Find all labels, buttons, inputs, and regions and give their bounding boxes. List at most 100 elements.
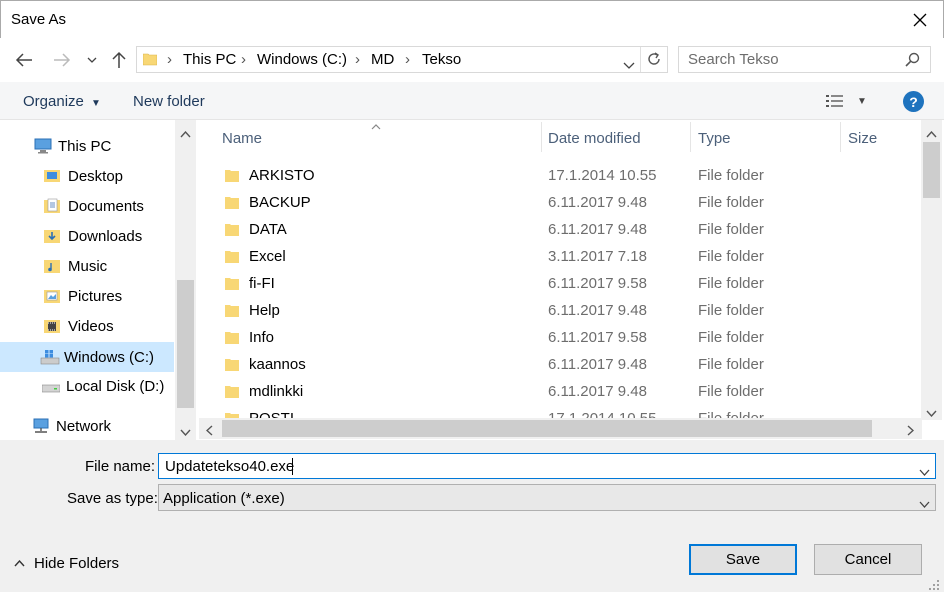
file-name: Excel xyxy=(249,248,286,265)
scroll-up-icon[interactable] xyxy=(180,125,191,142)
search-icon[interactable] xyxy=(905,52,920,71)
save-button[interactable]: Save xyxy=(689,544,797,575)
nav-item-windows-c[interactable]: Windows (C:) xyxy=(0,342,174,372)
nav-item-music[interactable]: Music xyxy=(0,252,174,280)
breadcrumb-separator-icon: › xyxy=(355,51,360,68)
folder-icon xyxy=(225,250,239,263)
table-row[interactable]: fi-FI 6.11.2017 9.58 File folder xyxy=(199,270,921,297)
address-dropdown-button[interactable] xyxy=(623,56,635,73)
file-name-input[interactable]: Updatetekso40.exe xyxy=(165,458,294,475)
scroll-up-icon[interactable] xyxy=(926,125,937,142)
view-dropdown-icon[interactable]: ▼ xyxy=(857,96,867,107)
column-divider[interactable] xyxy=(840,122,841,152)
table-row[interactable]: Help 6.11.2017 9.48 File folder xyxy=(199,297,921,324)
filelist-vertical-scrollbar[interactable] xyxy=(921,120,942,420)
nav-item-label: Pictures xyxy=(68,287,123,305)
file-name: Info xyxy=(249,329,275,346)
command-bar: Organize ▼ New folder ▼ ? xyxy=(0,82,944,120)
navpane-scrollbar[interactable] xyxy=(175,120,196,440)
documents-folder-icon xyxy=(44,198,62,214)
table-row[interactable]: Info 6.11.2017 9.58 File folder xyxy=(199,324,921,351)
scroll-left-icon[interactable] xyxy=(205,423,213,440)
up-button[interactable] xyxy=(105,46,133,74)
file-name: fi-FI xyxy=(249,275,275,292)
filelist-hscroll-thumb[interactable] xyxy=(222,420,872,437)
table-row[interactable]: ARKISTO 17.1.2014 10.55 File folder xyxy=(199,162,921,189)
address-bar[interactable]: › This PC › Windows (C:) › MD › Tekso xyxy=(136,46,668,73)
close-button[interactable] xyxy=(897,1,943,39)
navpane-scroll-thumb[interactable] xyxy=(177,280,194,408)
title-bar: Save As xyxy=(0,0,944,38)
file-name-label: File name: xyxy=(85,458,156,475)
column-header-size[interactable]: Size xyxy=(848,130,877,147)
folder-icon xyxy=(225,385,239,398)
filelist-horizontal-scrollbar[interactable] xyxy=(199,418,922,439)
back-button[interactable] xyxy=(10,46,38,74)
nav-item-pictures[interactable]: Pictures xyxy=(0,282,174,310)
text-caret xyxy=(292,458,293,475)
search-box[interactable]: Search Tekso xyxy=(678,46,931,73)
breadcrumb-tekso[interactable]: Tekso xyxy=(422,51,461,68)
refresh-button[interactable] xyxy=(646,51,662,71)
table-row[interactable]: mdlinkki 6.11.2017 9.48 File folder xyxy=(199,378,921,405)
file-type: File folder xyxy=(698,275,764,292)
nav-item-documents[interactable]: Documents xyxy=(0,192,174,220)
table-row[interactable]: DATA 6.11.2017 9.48 File folder xyxy=(199,216,921,243)
folder-icon xyxy=(225,277,239,290)
nav-item-downloads[interactable]: Downloads xyxy=(0,222,174,250)
folder-icon xyxy=(225,331,239,344)
file-date: 6.11.2017 9.48 xyxy=(548,194,647,211)
table-row[interactable]: Excel 3.11.2017 7.18 File folder xyxy=(199,243,921,270)
folder-icon xyxy=(225,223,239,236)
close-icon xyxy=(913,13,927,27)
nav-item-label: Network xyxy=(56,417,112,435)
nav-item-desktop[interactable]: Desktop xyxy=(0,162,174,190)
column-header-name[interactable]: Name xyxy=(222,130,262,147)
hide-folders-label: Hide Folders xyxy=(34,555,120,572)
organize-button[interactable]: Organize ▼ xyxy=(23,93,101,110)
file-date: 6.11.2017 9.48 xyxy=(548,356,647,373)
nav-item-this-pc[interactable]: This PC xyxy=(0,132,174,160)
column-header-type[interactable]: Type xyxy=(698,130,731,147)
window-title: Save As xyxy=(11,11,67,28)
save-as-type-value: Application (*.exe) xyxy=(163,490,285,507)
hide-folders-button[interactable]: Hide Folders xyxy=(14,555,119,572)
breadcrumb-this-pc[interactable]: This PC xyxy=(183,51,236,68)
breadcrumb-md[interactable]: MD xyxy=(371,51,394,68)
filelist-vscroll-thumb[interactable] xyxy=(923,142,940,198)
table-row[interactable]: kaannos 6.11.2017 9.48 File folder xyxy=(199,351,921,378)
nav-item-network[interactable]: Network xyxy=(0,412,174,440)
network-icon xyxy=(32,418,50,434)
help-button[interactable]: ? xyxy=(903,91,924,112)
chevron-down-icon[interactable] xyxy=(919,463,930,480)
view-options-button[interactable] xyxy=(826,94,846,112)
arrow-up-icon xyxy=(112,51,126,68)
search-input[interactable]: Search Tekso xyxy=(688,51,779,68)
address-divider xyxy=(640,47,641,72)
column-divider[interactable] xyxy=(690,122,691,152)
breadcrumb-windows-c[interactable]: Windows (C:) xyxy=(257,51,347,68)
column-header-date[interactable]: Date modified xyxy=(548,130,641,147)
nav-item-label: This PC xyxy=(58,137,112,155)
table-row[interactable]: BACKUP 6.11.2017 9.48 File folder xyxy=(199,189,921,216)
file-name: mdlinkki xyxy=(249,383,304,400)
file-date: 6.11.2017 9.58 xyxy=(548,329,647,346)
nav-item-videos[interactable]: Videos xyxy=(0,312,174,340)
new-folder-button[interactable]: New folder xyxy=(133,93,205,110)
forward-button[interactable] xyxy=(48,46,76,74)
nav-item-local-disk-d[interactable]: Local Disk (D:) xyxy=(0,372,174,400)
column-divider[interactable] xyxy=(541,122,542,152)
scroll-right-icon[interactable] xyxy=(907,423,915,440)
scroll-down-icon[interactable] xyxy=(926,404,937,421)
breadcrumb-separator-icon: › xyxy=(241,51,246,68)
folder-icon xyxy=(225,304,239,317)
file-name-combobox[interactable]: Updatetekso40.exe xyxy=(158,453,936,479)
resize-grip-icon[interactable] xyxy=(928,578,940,592)
pictures-folder-icon xyxy=(44,288,62,304)
recent-locations-button[interactable] xyxy=(80,46,104,74)
cancel-button[interactable]: Cancel xyxy=(814,544,922,575)
breadcrumb-separator-icon: › xyxy=(167,51,172,68)
navigation-pane: This PC Desktop Documents Downloads Musi… xyxy=(0,120,196,440)
save-as-type-select[interactable]: Application (*.exe) xyxy=(158,484,936,511)
scroll-down-icon[interactable] xyxy=(180,423,191,440)
